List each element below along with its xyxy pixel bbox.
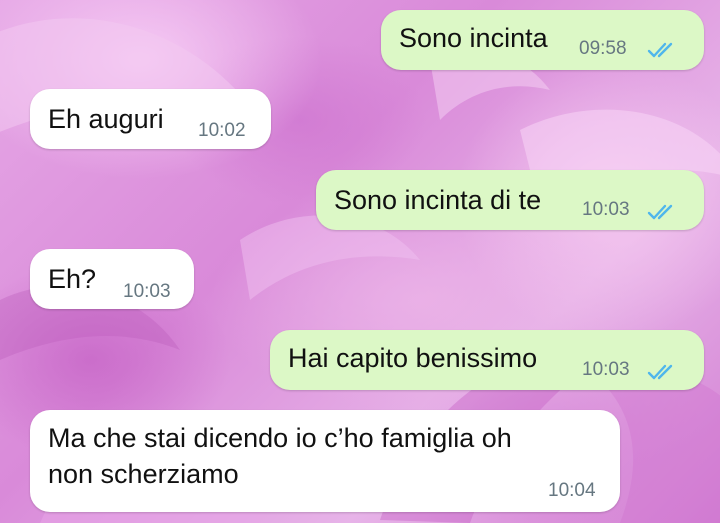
read-receipt-icon [647,364,673,380]
incoming-message[interactable]: Ma che stai dicendo io c’ho famiglia oh … [30,410,620,512]
message-time: 10:04 [548,480,596,501]
incoming-message[interactable]: Eh? 10:03 [30,249,194,309]
chat-area[interactable]: Sono incinta 09:58 Eh auguri 10:02 Sono … [0,0,720,523]
incoming-message[interactable]: Eh auguri 10:02 [30,89,271,149]
outgoing-message[interactable]: Sono incinta 09:58 [381,10,704,70]
message-time: 10:03 [582,359,630,380]
message-time: 09:58 [579,38,627,59]
read-receipt-icon [647,42,673,58]
message-time: 10:03 [123,281,171,302]
message-text-line-2: non scherziamo [48,459,239,489]
message-time: 10:03 [582,199,630,220]
message-text: Eh? [48,264,97,294]
message-text: Eh auguri [48,104,164,134]
message-text-line-1: Ma che stai dicendo io c’ho famiglia oh [48,423,512,453]
outgoing-message[interactable]: Sono incinta di te 10:03 [316,170,704,230]
outgoing-message[interactable]: Hai capito benissimo 10:03 [270,330,704,390]
message-text: Hai capito benissimo [288,343,538,373]
message-text: Sono incinta [399,23,548,53]
read-receipt-icon [647,204,673,220]
message-time: 10:02 [198,120,246,141]
message-text: Sono incinta di te [334,185,542,215]
